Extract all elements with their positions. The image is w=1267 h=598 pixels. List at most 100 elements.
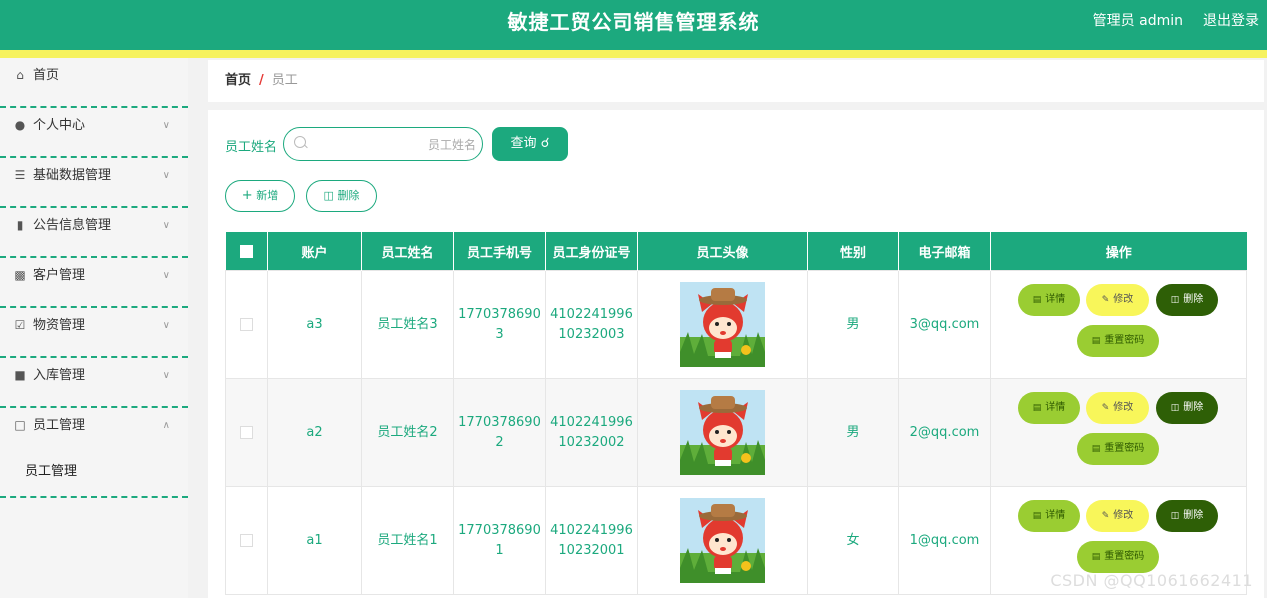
table-row: a2 员工姓名2 1770378690 2 4102241996 10232002 [225,378,1247,487]
trash-icon: ◫ [1170,294,1180,305]
reset-password-button[interactable]: ▤ 重置密码 [1077,540,1159,573]
search-icon [294,136,306,148]
sidebar-item-announcements[interactable]: ▮ 公告信息管理 ∨ [0,208,188,258]
pencil-icon: ✎ [1101,402,1110,413]
breadcrumb-separator: / [259,73,264,88]
row-checkbox[interactable] [240,533,253,547]
clipboard-check-icon: ☑ [14,318,26,332]
sidebar-item-label: 物资管理 [33,318,86,333]
column-header[interactable]: 性别 [807,232,899,271]
column-header[interactable]: 电子邮箱 [898,232,991,271]
column-header[interactable]: 员工身份证号 [545,232,638,271]
row-checkbox[interactable] [240,317,253,331]
phone-line-2: 3 [495,326,504,342]
detail-button[interactable]: ▤ 详情 [1018,391,1080,424]
edit-button-label: 修改 [1113,509,1134,521]
delete-button[interactable]: ◫ 删除 [1156,283,1218,316]
chevron-down-icon: ∨ [162,270,170,281]
top-header: 敏捷工贸公司销售管理系统 管理员 admin 退出登录 [0,0,1267,50]
reset-password-button[interactable]: ▤ 重置密码 [1077,432,1159,465]
column-header[interactable]: 员工姓名 [361,232,454,271]
avatar [680,282,765,367]
pencil-icon: ✎ [1101,294,1110,305]
delete-button[interactable]: ◫ 删除 [1156,391,1218,424]
breadcrumb-home[interactable]: 首页 [225,73,251,88]
row-checkbox[interactable] [240,425,253,439]
detail-button[interactable]: ▤ 详情 [1018,283,1080,316]
pencil-icon: ✎ [1101,510,1110,521]
edit-button-label: 修改 [1113,401,1134,413]
camera-icon: ■ [14,368,26,382]
avatar-cell [637,486,808,595]
chevron-down-icon: ∨ [162,220,170,231]
phone-cell: 1770378690 2 [453,378,546,487]
sidebar-item-home[interactable]: ⌂ 首页 [0,58,188,108]
id-number-cell: 4102241996 10232001 [545,486,638,595]
query-button[interactable]: 查询 ☌ [492,127,568,161]
column-header[interactable]: 账户 [267,232,362,271]
reset-password-label: 重置密码 [1104,442,1145,454]
column-header[interactable]: 员工头像 [637,232,808,271]
trash-icon: ◫ [1170,510,1180,521]
actions-cell: ▤ 详情 ✎ 修改 ◫ 删除 ▤ 重置密码 [990,378,1247,487]
phone-line-2: 1 [495,542,504,558]
column-header: 操作 [990,232,1247,271]
gender-cell: 男 [807,378,899,487]
avatar [680,498,765,583]
search-label: 员工姓名 [225,140,278,155]
document-icon: ▤ [1032,402,1042,413]
table-row: a3 员工姓名3 1770378690 3 4102241996 10232003 [225,270,1247,379]
sidebar-item-materials[interactable]: ☑ 物资管理 ∨ [0,308,188,358]
sidebar-item-label: 个人中心 [33,118,86,133]
edit-button[interactable]: ✎ 修改 [1086,283,1149,316]
batch-delete-button[interactable]: ◫ 删除 [306,180,377,212]
phone-line-2: 2 [495,434,504,450]
sidebar-item-label: 员工管理 [33,418,86,433]
main-content: 员工姓名 查询 ☌ + 新增 ◫ 删除 账户 员工姓名 员工手机号 员工身份证号… [208,110,1264,598]
edit-button-label: 修改 [1113,293,1134,305]
detail-button-label: 详情 [1045,401,1066,413]
chat-icon: □ [14,418,26,432]
edit-button[interactable]: ✎ 修改 [1086,391,1149,424]
id-line-1: 4102241996 [550,414,633,430]
employee-table: 账户 员工姓名 员工手机号 员工身份证号 员工头像 性别 电子邮箱 操作 a3 … [225,232,1247,595]
chevron-down-icon: ∨ [162,120,170,131]
name-cell: 员工姓名2 [361,378,454,487]
detail-button[interactable]: ▤ 详情 [1018,499,1080,532]
chevron-down-icon: ∨ [162,370,170,381]
edit-button[interactable]: ✎ 修改 [1086,499,1149,532]
select-all-checkbox[interactable] [239,244,253,258]
sidebar-item-base-data[interactable]: ☰ 基础数据管理 ∨ [0,158,188,208]
account-cell: a1 [267,486,362,595]
delete-button-label: 删除 [1183,401,1204,413]
home-icon: ⌂ [16,68,24,82]
sidebar-item-customers[interactable]: ▩ 客户管理 ∨ [0,258,188,308]
app-title: 敏捷工贸公司销售管理系统 [507,10,760,34]
user-icon: ● [14,118,26,132]
detail-button-label: 详情 [1045,293,1066,305]
clipboard-icon: ▮ [16,218,24,232]
current-user-label: 管理员 admin [1092,13,1183,29]
document-icon: ▤ [1091,443,1101,454]
sidebar-item-inbound[interactable]: ■ 入库管理 ∨ [0,358,188,408]
add-button[interactable]: + 新增 [225,180,295,212]
logout-button[interactable]: 退出登录 [1203,0,1259,42]
sidebar-item-personal-center[interactable]: ● 个人中心 ∨ [0,108,188,158]
id-line-1: 4102241996 [550,306,633,322]
search-field[interactable] [283,127,483,161]
printer-icon: ▩ [14,268,26,282]
add-button-label: 新增 [256,189,279,202]
select-all-cell [225,232,268,271]
avatar-cell [637,270,808,379]
column-header[interactable]: 员工手机号 [453,232,546,271]
avatar-cell [637,378,808,487]
email-cell: 1@qq.com [898,486,991,595]
chevron-up-icon: ∧ [162,420,170,431]
search-input[interactable] [314,134,478,156]
sidebar-item-employees[interactable]: □ 员工管理 ∧ [0,408,188,456]
email-cell: 2@qq.com [898,378,991,487]
phone-cell: 1770378690 1 [453,486,546,595]
delete-button[interactable]: ◫ 删除 [1156,499,1218,532]
reset-password-button[interactable]: ▤ 重置密码 [1077,324,1159,357]
sidebar-subitem-employee-management[interactable]: 员工管理 [0,456,188,498]
